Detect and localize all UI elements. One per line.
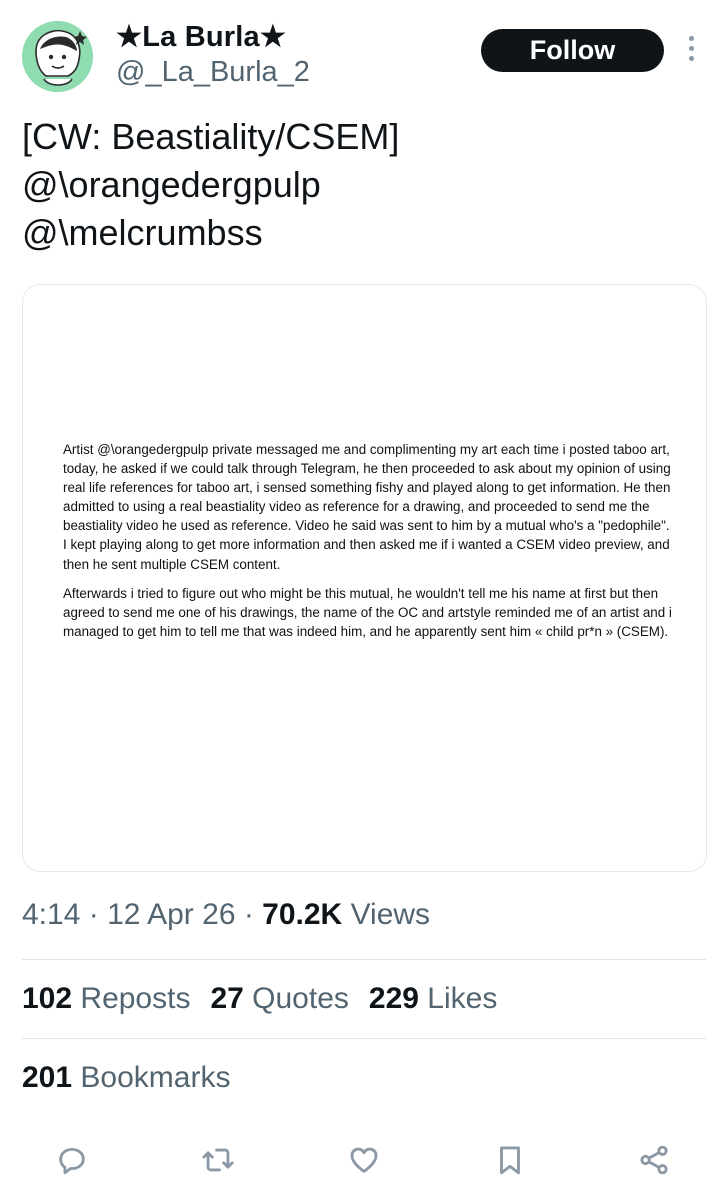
reposts-count: 102 — [22, 982, 73, 1015]
avatar-icon — [22, 21, 93, 92]
avatar[interactable] — [22, 21, 93, 92]
tweet-date[interactable]: 12 Apr 26 — [107, 898, 235, 931]
like-button[interactable] — [344, 1140, 384, 1180]
bookmarks-count: 201 — [22, 1061, 73, 1094]
tweet-line: [CW: Beastiality/CSEM] — [22, 116, 400, 157]
like-icon — [350, 1147, 378, 1173]
tweet-time[interactable]: 4:14 — [22, 898, 80, 931]
document-text: Artist @\orangedergpulp private messaged… — [63, 440, 673, 651]
repost-button[interactable] — [198, 1140, 238, 1180]
more-options-icon[interactable] — [683, 36, 699, 66]
bookmarks-stat[interactable]: 201 Bookmarks — [22, 1061, 230, 1095]
quotes-stat[interactable]: 27 Quotes — [210, 982, 348, 1016]
bookmarks-label: Bookmarks — [72, 1061, 231, 1094]
quotes-label: Quotes — [243, 982, 349, 1015]
separator: · — [235, 898, 263, 931]
repost-icon — [202, 1148, 234, 1172]
divider — [22, 1038, 706, 1039]
separator: · — [80, 898, 108, 931]
follow-button[interactable]: Follow — [481, 29, 664, 72]
reposts-label: Reposts — [72, 982, 191, 1015]
bookmark-button[interactable] — [490, 1140, 530, 1180]
views-label: Views — [342, 898, 431, 931]
document-paragraph: Artist @\orangedergpulp private messaged… — [63, 442, 671, 572]
likes-stat[interactable]: 229 Likes — [369, 982, 497, 1016]
engagement-stats: 102 Reposts 27 Quotes 229 Likes — [22, 982, 517, 1016]
likes-label: Likes — [418, 982, 498, 1015]
author-handle[interactable]: @_La_Burla_2 — [116, 56, 310, 89]
share-button[interactable] — [634, 1140, 674, 1180]
divider — [22, 959, 706, 960]
reply-button[interactable] — [52, 1140, 92, 1180]
share-icon — [640, 1145, 668, 1175]
tweet-text: [CW: Beastiality/CSEM] @\orangedergpulp … — [22, 113, 702, 257]
author-display-name[interactable]: ★La Burla★ — [116, 19, 286, 54]
reposts-stat[interactable]: 102 Reposts — [22, 982, 190, 1016]
reply-icon — [59, 1147, 85, 1175]
bookmark-icon — [500, 1146, 520, 1175]
views-count: 70.2K — [262, 898, 343, 931]
tweet-mention[interactable]: @\orangedergpulp — [22, 161, 702, 209]
likes-count: 229 — [368, 982, 419, 1015]
tweet-mention[interactable]: @\melcrumbss — [22, 209, 702, 257]
attached-image[interactable]: Artist @\orangedergpulp private messaged… — [22, 284, 707, 872]
document-paragraph: Afterwards i tried to figure out who mig… — [63, 585, 672, 639]
quotes-count: 27 — [210, 982, 244, 1015]
tweet-meta: 4:14 · 12 Apr 26 · 70.2K Views — [22, 898, 430, 932]
